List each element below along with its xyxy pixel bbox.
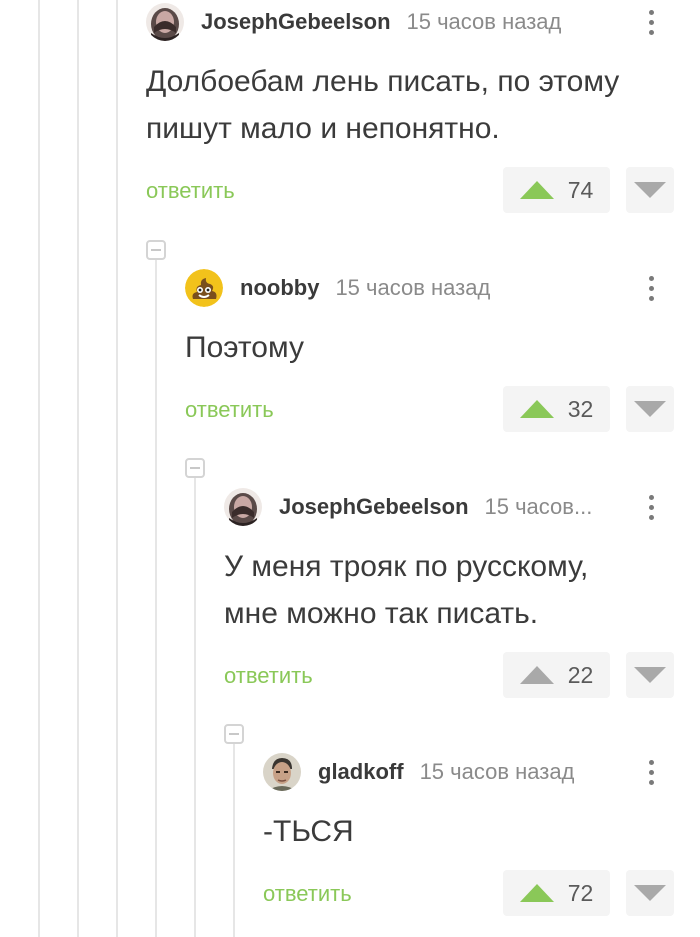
downvote-button[interactable] <box>626 652 674 698</box>
user-avatar[interactable] <box>146 3 184 41</box>
thread-line <box>194 476 196 937</box>
comment-text-line: пишут мало и непонятно. <box>146 112 500 145</box>
upvote-button[interactable]: 32 <box>503 386 610 432</box>
upvote-arrow-icon <box>519 400 554 418</box>
downvote-arrow-icon <box>634 885 666 901</box>
comment-time: 15 часов... <box>484 494 593 519</box>
collapse-thread-button[interactable] <box>146 240 166 260</box>
comment-author[interactable]: JosephGebeelson <box>279 494 469 520</box>
vote-count: 74 <box>567 176 594 203</box>
downvote-arrow-icon <box>634 667 666 683</box>
thread-line <box>116 0 118 937</box>
comment-text: -ТЬСЯ <box>263 808 354 855</box>
reply-link[interactable]: ответить <box>146 178 235 204</box>
thread-line <box>77 0 79 937</box>
comment-text: У меня трояк по русскому, мне можно так … <box>224 543 588 637</box>
comment-text-line: Долбоебам лень писать, по этому <box>146 65 620 98</box>
user-avatar[interactable] <box>263 753 301 791</box>
reply-link[interactable]: ответить <box>224 663 313 689</box>
comment-author[interactable]: gladkoff <box>318 759 404 785</box>
collapse-thread-button[interactable] <box>185 458 205 478</box>
downvote-button[interactable] <box>626 870 674 916</box>
more-options-icon[interactable] <box>641 2 661 42</box>
thread-line <box>38 0 40 937</box>
collapse-thread-button[interactable] <box>224 724 244 744</box>
reply-link[interactable]: ответить <box>263 881 352 907</box>
man-portrait-avatar-icon <box>146 3 184 41</box>
downvote-arrow-icon <box>634 401 666 417</box>
downvote-arrow-icon <box>634 182 666 198</box>
thread-line <box>155 258 157 937</box>
user-avatar[interactable] <box>224 488 262 526</box>
upvote-arrow-icon <box>519 884 554 902</box>
user-avatar[interactable] <box>185 269 223 307</box>
vote-count: 32 <box>567 395 594 422</box>
man-face-avatar-icon <box>263 753 301 791</box>
comment-text-line: Поэтому <box>185 331 304 364</box>
more-options-icon[interactable] <box>641 487 661 527</box>
reply-link[interactable]: ответить <box>185 397 274 423</box>
comment-time: 15 часов назад <box>419 759 575 784</box>
upvote-button[interactable]: 22 <box>503 652 610 698</box>
comment-text: Поэтому <box>185 324 304 371</box>
poop-emoji-avatar-icon <box>185 269 223 307</box>
upvote-button[interactable]: 74 <box>503 167 610 213</box>
more-options-icon[interactable] <box>641 752 661 792</box>
upvote-arrow-icon <box>519 666 554 684</box>
more-options-icon[interactable] <box>641 268 661 308</box>
man-portrait-avatar-icon <box>224 488 262 526</box>
vote-count: 72 <box>567 879 594 906</box>
vote-count: 22 <box>567 661 594 688</box>
downvote-button[interactable] <box>626 167 674 213</box>
comment-time: 15 часов назад <box>406 9 562 34</box>
upvote-arrow-icon <box>519 181 554 199</box>
comment-text: Долбоебам лень писать, по этому пишут ма… <box>146 58 619 152</box>
upvote-button[interactable]: 72 <box>503 870 610 916</box>
comment-author[interactable]: noobby <box>240 275 319 301</box>
comment-author[interactable]: JosephGebeelson <box>201 9 391 35</box>
thread-line <box>233 742 235 937</box>
comment-time: 15 часов назад <box>335 275 491 300</box>
comment-text-line: -ТЬСЯ <box>263 815 354 848</box>
downvote-button[interactable] <box>626 386 674 432</box>
comment-text-line: У меня трояк по русскому, <box>224 550 589 583</box>
comment-text-line: мне можно так писать. <box>224 597 539 630</box>
